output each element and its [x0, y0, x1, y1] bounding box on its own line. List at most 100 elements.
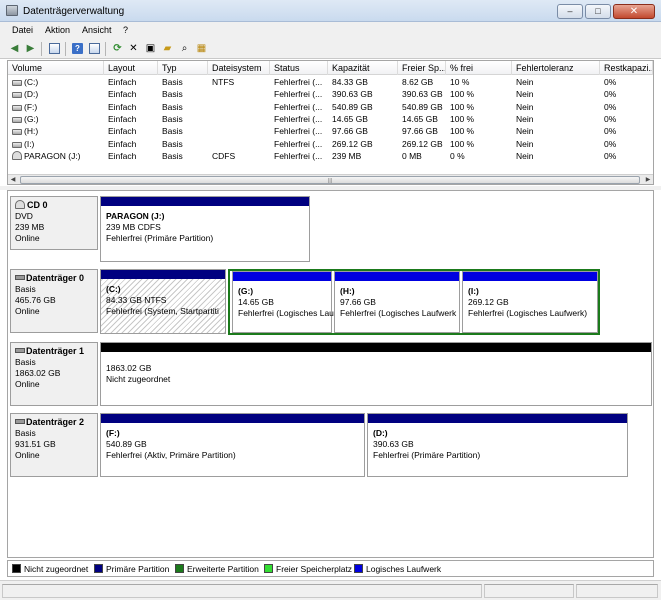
- partition-c[interactable]: (C:) 84.33 GB NTFS Fehlerfrei (System, S…: [100, 269, 226, 334]
- table-row[interactable]: (H:) Einfach Basis Fehlerfrei (... 97.66…: [8, 125, 653, 137]
- cell-status: Fehlerfrei (...: [274, 150, 323, 161]
- partition-g[interactable]: (G:) 14.65 GB Fehlerfrei (Logisches Lau: [232, 271, 334, 333]
- delete-icon[interactable]: ✕: [127, 42, 140, 55]
- partition-size: 97.66 GB: [340, 297, 376, 307]
- partition-text: 1863.02 GB Nicht zugeordnet: [106, 363, 170, 385]
- table-row[interactable]: (D:) Einfach Basis Fehlerfrei (... 390.6…: [8, 88, 653, 100]
- cell-fehlertoleranz: Nein: [516, 138, 534, 149]
- cell-status: Fehlerfrei (...: [274, 101, 323, 112]
- partition-bar-primary: [101, 414, 364, 423]
- cell-dateisystem: [208, 88, 270, 100]
- table-row[interactable]: (G:) Einfach Basis Fehlerfrei (... 14.65…: [8, 113, 653, 125]
- cell-layout: Einfach: [108, 138, 137, 149]
- table-row[interactable]: (F:) Einfach Basis Fehlerfrei (... 540.8…: [8, 101, 653, 113]
- disk-state: Online: [15, 379, 40, 389]
- minimize-button[interactable]: –: [557, 4, 583, 19]
- partition-bar-primary: [101, 197, 309, 206]
- cell-prozent-frei: 100 %: [450, 89, 475, 100]
- partition-status: Fehlerfrei (Logisches Lau: [238, 308, 334, 318]
- partition-status: Fehlerfrei (Primäre Partition): [373, 450, 481, 460]
- scroll-left-icon[interactable]: ◀: [8, 175, 18, 185]
- back-icon[interactable]: ◀: [8, 42, 21, 55]
- partition-status: Fehlerfrei (Primäre Partition): [106, 233, 214, 243]
- open-icon[interactable]: ▰: [161, 42, 174, 55]
- menu-aktion[interactable]: Aktion: [45, 25, 70, 35]
- partition-text: (C:) 84.33 GB NTFS Fehlerfrei (System, S…: [106, 284, 219, 317]
- cell-freier-speicher: 0 MB: [402, 150, 422, 161]
- column-header-layout[interactable]: Layout: [104, 61, 158, 75]
- menu-ansicht[interactable]: Ansicht: [82, 25, 112, 35]
- table-row[interactable]: (I:) Einfach Basis Fehlerfrei (... 269.1…: [8, 138, 653, 150]
- cell-status: Fehlerfrei (...: [274, 77, 323, 87]
- partition-text: PARAGON (J:) 239 MB CDFS Fehlerfrei (Pri…: [106, 211, 213, 244]
- cell-kapazitaet: 540.89 GB: [332, 101, 373, 112]
- partition-size: 14.65 GB: [238, 297, 274, 307]
- column-header-volume[interactable]: Volume: [8, 61, 104, 75]
- unallocated-space[interactable]: 1863.02 GB Nicht zugeordnet: [100, 342, 652, 406]
- cell-prozent-frei: 0 %: [450, 150, 465, 161]
- partition-i[interactable]: (I:) 269.12 GB Fehlerfrei (Logisches Lau…: [462, 271, 598, 333]
- table-row[interactable]: (C:) Einfach Basis NTFS Fehlerfrei (... …: [8, 76, 653, 88]
- disk-type: Basis: [15, 284, 36, 294]
- column-header-typ[interactable]: Typ: [158, 61, 208, 75]
- settings-icon[interactable]: ▦: [195, 42, 208, 55]
- help-icon[interactable]: ?: [71, 42, 84, 55]
- cell-layout: Einfach: [108, 101, 137, 112]
- column-header-freier-speicher[interactable]: Freier Sp...: [398, 61, 446, 75]
- menu-help[interactable]: ?: [123, 25, 128, 35]
- disk-state: Online: [15, 306, 40, 316]
- cell-dateisystem: [208, 101, 270, 113]
- new-volume-icon[interactable]: ▣: [144, 42, 157, 55]
- column-header-dateisystem[interactable]: Dateisystem: [208, 61, 270, 75]
- scroll-right-icon[interactable]: ▶: [643, 175, 653, 185]
- partition-f[interactable]: (F:) 540.89 GB Fehlerfrei (Aktiv, Primär…: [100, 413, 365, 477]
- partition-status: Fehlerfrei (Logisches Laufwerk: [340, 308, 457, 318]
- menu-datei[interactable]: Datei: [12, 25, 33, 35]
- partition-size: 269.12 GB: [468, 297, 509, 307]
- column-header-restkapazitaet[interactable]: Restkapazi...: [600, 61, 653, 75]
- console-tree-icon[interactable]: [48, 42, 61, 55]
- disk-label-2[interactable]: Datenträger 2 Basis 931.51 GB Online: [10, 413, 98, 477]
- refresh-icon[interactable]: ⟳: [111, 42, 124, 55]
- cd-drive-icon: [12, 150, 22, 160]
- cell-layout: Einfach: [108, 77, 137, 87]
- column-header-kapazitaet[interactable]: Kapazität: [328, 61, 398, 75]
- column-header-status[interactable]: Status: [270, 61, 328, 75]
- horizontal-scrollbar[interactable]: ◀ ||| ▶: [8, 174, 653, 184]
- forward-icon[interactable]: ▶: [24, 42, 37, 55]
- column-header-fehlertoleranz[interactable]: Fehlertoleranz: [512, 61, 600, 75]
- cell-volume: (C:): [8, 76, 104, 88]
- window-controls: – □ ✕: [555, 4, 655, 19]
- table-row[interactable]: PARAGON (J:) Einfach Basis CDFS Fehlerfr…: [8, 150, 653, 162]
- partition-j[interactable]: PARAGON (J:) 239 MB CDFS Fehlerfrei (Pri…: [100, 196, 310, 262]
- disk-size: 931.51 GB: [15, 439, 56, 449]
- disk-label-1[interactable]: Datenträger 1 Basis 1863.02 GB Online: [10, 342, 98, 406]
- disk-label-0[interactable]: Datenträger 0 Basis 465.76 GB Online: [10, 269, 98, 333]
- scrollbar-thumb[interactable]: |||: [20, 176, 640, 184]
- maximize-button[interactable]: □: [585, 4, 611, 19]
- cell-layout: Einfach: [108, 89, 137, 100]
- partition-h[interactable]: (H:) 97.66 GB Fehlerfrei (Logisches Lauf…: [334, 271, 460, 333]
- close-button[interactable]: ✕: [613, 4, 655, 19]
- properties-icon[interactable]: [88, 42, 101, 55]
- partition-name: (D:): [373, 428, 388, 438]
- cell-volume: (H:): [8, 125, 104, 137]
- column-header-prozent-frei[interactable]: % frei: [446, 61, 512, 75]
- partition-status: Fehlerfrei (Logisches Laufwerk): [468, 308, 588, 318]
- partition-size: 239 MB CDFS: [106, 222, 161, 232]
- legend-item-extended: Erweiterte Partition: [175, 564, 259, 574]
- disk-type: Basis: [15, 357, 36, 367]
- partition-name: (I:): [468, 286, 479, 296]
- title-bar: Datenträgerverwaltung – □ ✕: [0, 0, 661, 22]
- partition-d[interactable]: (D:) 390.63 GB Fehlerfrei (Primäre Parti…: [367, 413, 628, 477]
- cell-restkapazitaet: 0%: [604, 126, 617, 137]
- cell-status: Fehlerfrei (...: [274, 89, 323, 100]
- partition-size: 1863.02 GB: [106, 363, 152, 373]
- legend-item-primary: Primäre Partition: [94, 564, 169, 574]
- cell-dateisystem: CDFS: [212, 150, 236, 161]
- disk-management-app-icon[interactable]: [6, 5, 18, 16]
- disk-label-cd0[interactable]: CD 0 DVD 239 MB Online: [10, 196, 98, 250]
- window-title: Datenträgerverwaltung: [23, 6, 125, 17]
- disk-state: Online: [15, 450, 40, 460]
- search-icon[interactable]: ⌕: [178, 42, 191, 55]
